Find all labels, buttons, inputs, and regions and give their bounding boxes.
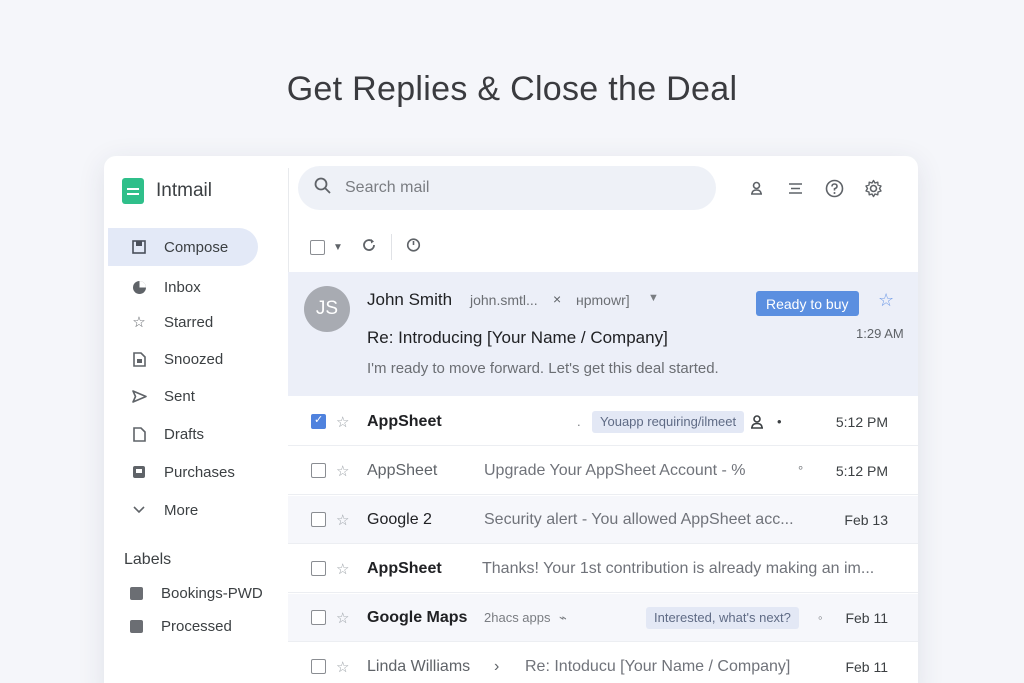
star-icon[interactable]: ☆ [336, 413, 349, 431]
sidebar-item-sent[interactable]: Sent [108, 381, 278, 411]
row-subject: Thanks! Your 1st contribution is already… [482, 559, 875, 577]
row-subject: Security alert - You allowed AppSheet ac… [484, 510, 794, 528]
close-icon[interactable]: × [553, 291, 561, 307]
row-chip: Youapp requiring/ilmeet [592, 410, 745, 433]
row-meta: 2hacs apps [484, 610, 551, 625]
search-icon [314, 177, 331, 199]
row-checkbox[interactable] [311, 659, 326, 674]
label-item-processed[interactable]: Processed [130, 618, 232, 635]
row-chip: Interested, what's next? [646, 606, 799, 629]
compose-icon [130, 238, 148, 256]
row-sender: Linda Williams [367, 657, 471, 675]
row-subject: Re: Intoducu [Your Name / Company] [525, 657, 791, 675]
toolbar-divider [390, 234, 392, 260]
star-icon[interactable]: ☆ [336, 658, 349, 676]
star-icon[interactable]: ☆ [878, 290, 894, 311]
email-recipient-info: нpmowr] [576, 292, 630, 308]
star-icon[interactable]: ☆ [336, 609, 349, 627]
labels-heading: Labels [124, 551, 172, 568]
avatar: JS [304, 286, 350, 332]
label-item-bookings[interactable]: Bookings-PWD [130, 585, 263, 602]
row-time: Feb 13 [844, 511, 888, 528]
status-badge[interactable]: Ready to buy [756, 291, 859, 316]
assign-user-icon[interactable] [750, 414, 766, 435]
send-icon [130, 387, 148, 405]
row-subject: Upgrade Your AppSheet Account - % [484, 461, 746, 479]
filter-icon[interactable] [783, 176, 808, 201]
header-actions [744, 176, 886, 201]
row-checkbox[interactable] [311, 413, 326, 429]
inbox-icon [130, 278, 148, 296]
row-sender: Google Maps [367, 608, 468, 626]
email-time: 1:29 AM [856, 326, 904, 341]
row-time: 5:12 PM [835, 462, 888, 479]
row-time: Feb 11 [845, 658, 888, 675]
search-input[interactable]: Search mail [345, 179, 429, 197]
chevron-right-icon: › [494, 657, 500, 675]
email-row[interactable]: ☆ AppSheet Upgrade Your AppSheet Account… [288, 447, 918, 495]
star-icon[interactable]: ☆ [336, 462, 349, 480]
sidebar-item-snoozed[interactable]: Snoozed [108, 344, 278, 374]
row-sender: AppSheet [367, 461, 438, 479]
row-sender: AppSheet [367, 559, 442, 577]
row-checkbox[interactable] [311, 561, 326, 576]
email-sender: John Smith [367, 290, 453, 309]
compose-button[interactable]: Compose [108, 228, 258, 266]
main-panel: Search mail ▼ JS John Smith john.smtl...… [288, 156, 918, 683]
email-snippet: I'm ready to move forward. Let's get thi… [367, 360, 719, 377]
help-icon[interactable] [822, 176, 847, 201]
toolbar: ▼ [310, 234, 421, 260]
refresh-icon[interactable] [361, 237, 377, 258]
label-swatch [130, 587, 143, 600]
sidebar-item-inbox[interactable]: Inbox [108, 272, 278, 302]
draft-icon [130, 425, 148, 443]
email-sender-address: john.smtl... [470, 292, 538, 308]
email-row[interactable]: ☆ AppSheet Thanks! Your 1st contribution… [288, 545, 918, 593]
email-subject: Re: Introducing [Your Name / Company] [367, 328, 668, 347]
row-dot: . [577, 414, 581, 429]
purchases-icon [130, 463, 148, 481]
row-checkbox[interactable] [311, 463, 326, 478]
select-dropdown-chevron-icon[interactable]: ▼ [333, 242, 343, 253]
link-icon: ⌁ [559, 609, 567, 625]
brand: Intmail [122, 178, 212, 204]
sidebar-item-more[interactable]: More [108, 495, 278, 525]
email-row[interactable]: ☆ Linda Williams › Re: Intoducu [Your Na… [288, 643, 918, 683]
chevron-down-icon[interactable]: ▼ [648, 292, 659, 304]
row-time: Feb 11 [845, 609, 888, 626]
row-extra: ° [798, 463, 804, 478]
star-icon[interactable]: ☆ [336, 560, 349, 578]
sidebar: Intmail Compose Inbox ☆ Starred Snoozed [104, 156, 288, 683]
intmail-logo-icon [122, 178, 144, 204]
selected-email[interactable]: JS John Smith john.smtl... × нpmowr] ▼ R… [288, 272, 918, 396]
account-icon[interactable] [744, 176, 769, 201]
star-icon[interactable]: ☆ [336, 511, 349, 529]
email-row[interactable]: ☆ Google Maps 2hacs apps ⌁ Interested, w… [288, 594, 918, 642]
select-all-checkbox[interactable] [310, 239, 325, 255]
label-swatch [130, 620, 143, 633]
app-name: Intmail [156, 180, 212, 201]
settings-gear-icon[interactable] [861, 176, 886, 201]
timer-icon[interactable] [406, 237, 421, 257]
compose-label: Compose [164, 238, 229, 256]
sidebar-item-purchases[interactable]: Purchases [108, 457, 278, 487]
search-bar[interactable]: Search mail [298, 166, 716, 210]
row-checkbox[interactable] [311, 610, 326, 625]
chevron-down-icon [130, 501, 148, 519]
row-time: 5:12 PM [835, 413, 888, 430]
sidebar-item-drafts[interactable]: Drafts [108, 419, 278, 449]
email-row[interactable]: ☆ Google 2 Security alert - You allowed … [288, 496, 918, 544]
row-dot: ◦ [818, 610, 823, 625]
sidebar-item-starred[interactable]: ☆ Starred [108, 307, 278, 337]
snooze-icon [130, 350, 148, 368]
page-headline: Get Replies & Close the Deal [286, 70, 738, 108]
row-extra: • [777, 414, 782, 429]
row-sender: AppSheet [367, 412, 442, 430]
row-sender: Google 2 [367, 510, 432, 528]
mail-window: Intmail Compose Inbox ☆ Starred Snoozed [104, 156, 918, 683]
row-checkbox[interactable] [311, 512, 326, 527]
email-row[interactable]: ☆ AppSheet . Youapp requiring/ilmeet • 5… [288, 398, 918, 446]
star-icon: ☆ [132, 314, 146, 331]
